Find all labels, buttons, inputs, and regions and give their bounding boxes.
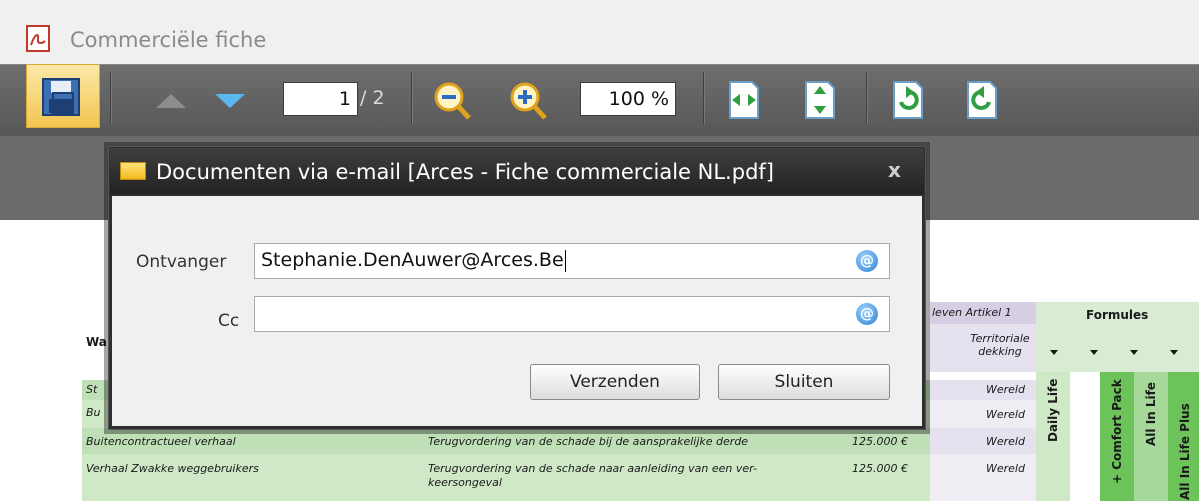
dropdown-icon[interactable] (1090, 350, 1098, 355)
formula-column: + Comfort Pack (1100, 372, 1134, 501)
zoom-input[interactable]: 100 % (580, 82, 676, 116)
row-description: Terugvordering van de schade bij de aans… (428, 435, 749, 448)
dialog-title: Documenten via e-mail [Arces - Fiche com… (156, 160, 774, 184)
recipient-value: Stephanie.DenAuwer@Arces.Be (261, 249, 564, 271)
window-title: Commerciële fiche (70, 28, 267, 52)
row-description: keersongeval (428, 476, 502, 489)
recipient-label: Ontvanger (136, 252, 227, 272)
row-amount: 125.000 € (852, 462, 908, 475)
row-name: Verhaal Zwakke weggebruikers (86, 462, 259, 475)
save-button[interactable] (26, 64, 100, 128)
territory-value: Wereld (986, 435, 1025, 448)
envelope-icon (120, 162, 146, 180)
table-header: leven Artikel 1 (930, 302, 1036, 324)
previous-page-button[interactable] (156, 94, 186, 108)
table-header: Territoriale dekking (930, 324, 1036, 372)
row-amount: 125.000 € (852, 435, 908, 448)
toolbar-separator (866, 72, 868, 124)
dropdown-icon[interactable] (1050, 350, 1058, 355)
recipient-field[interactable]: Stephanie.DenAuwer@Arces.Be (254, 243, 890, 279)
table-cell: Wereld (930, 454, 1036, 501)
pdf-file-icon (26, 25, 50, 52)
toolbar-separator (703, 72, 705, 124)
dialog-close-button[interactable]: x (888, 158, 901, 182)
table-cell: Wereld (930, 400, 1036, 428)
formula-column: All In Life (1134, 372, 1168, 501)
formula-column: Daily Life (1036, 372, 1070, 501)
fit-width-icon[interactable] (724, 78, 764, 122)
toolbar-separator (411, 72, 413, 124)
row-name: Buitencontractueel verhaal (86, 435, 236, 448)
fit-page-icon[interactable] (800, 78, 840, 122)
formula-label: Daily Life (1046, 378, 1060, 442)
address-book-icon[interactable]: @ (856, 250, 878, 272)
send-button[interactable]: Verzenden (530, 364, 700, 400)
next-page-button[interactable] (215, 94, 245, 108)
formula-label: + Comfort Pack (1110, 379, 1124, 484)
formula-label: All In Life (1144, 382, 1158, 446)
table-cell: Wereld (930, 380, 1036, 400)
territory-value: Wereld (986, 462, 1025, 475)
row-name: St (86, 383, 98, 396)
zoom-in-icon[interactable] (508, 80, 548, 124)
text-caret (564, 249, 566, 272)
formules-header: Formules (1086, 308, 1149, 322)
dropdown-icon[interactable] (1170, 350, 1178, 355)
formules-header-cell: Formules (1036, 302, 1199, 372)
table-cell: Wereld (930, 428, 1036, 454)
close-button[interactable]: Sluiten (718, 364, 890, 400)
row-description: Terugvordering van de schade naar aanlei… (428, 462, 758, 475)
zoom-out-icon[interactable] (432, 80, 472, 124)
territorial-header: Territoriale dekking (970, 332, 1030, 358)
cc-label: Cc (218, 311, 240, 331)
formula-column: All In Life Plus (1168, 372, 1199, 501)
rotate-left-icon[interactable] (888, 78, 928, 122)
floppy-disk-icon (42, 78, 80, 116)
toolbar-separator (110, 72, 112, 124)
territory-value: Wereld (986, 408, 1025, 421)
territory-value: Wereld (986, 383, 1025, 396)
dropdown-icon[interactable] (1130, 350, 1138, 355)
cc-field[interactable] (254, 296, 890, 332)
formula-label: All In Life Plus (1178, 403, 1192, 500)
page-total: / 2 (360, 87, 385, 109)
rotate-right-icon[interactable] (962, 78, 1002, 122)
table-row: Verhaal Zwakke weggebruikers Terugvorder… (82, 454, 930, 501)
address-book-icon[interactable]: @ (856, 303, 878, 325)
page-number-input[interactable]: 1 (283, 82, 358, 116)
row-name: Bu (86, 406, 101, 419)
column-header-text: leven Artikel 1 (932, 306, 1012, 319)
